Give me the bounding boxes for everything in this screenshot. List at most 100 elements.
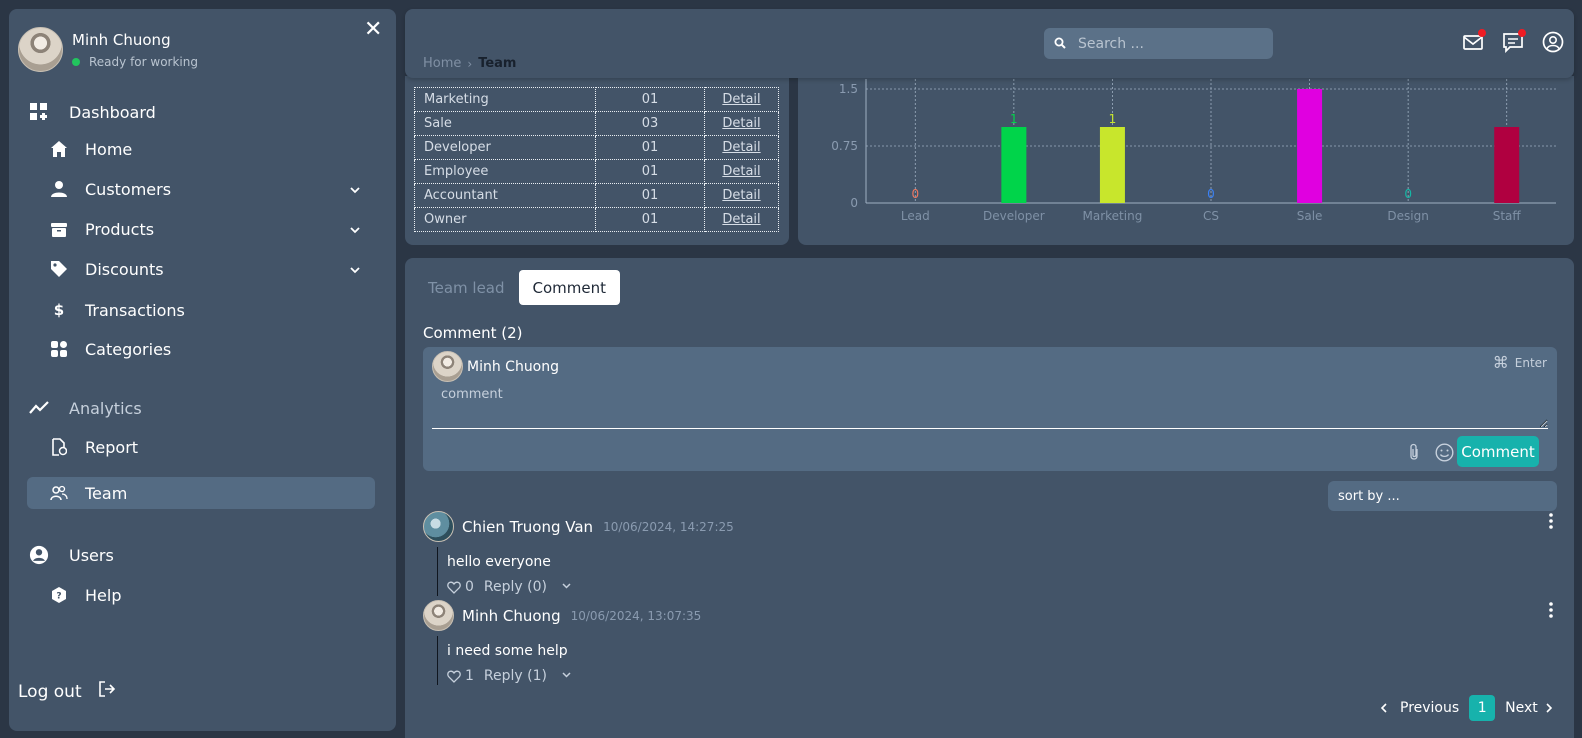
chevron-right-icon: › <box>467 56 473 71</box>
sidebar-item-label: Users <box>69 545 114 565</box>
y-tick-label: 0.75 <box>831 139 858 153</box>
categories-icon <box>49 339 69 359</box>
role-cell: Developer <box>414 135 596 160</box>
sidebar-item-dashboard[interactable]: Dashboard <box>27 96 375 128</box>
chevron-down-icon[interactable] <box>561 668 572 684</box>
sidebar-item-products[interactable]: Products <box>27 213 375 245</box>
bar-developer <box>1001 127 1027 203</box>
like-button[interactable]: 0 <box>447 579 474 595</box>
detail-link[interactable]: Detail <box>722 140 760 155</box>
team-table-card: Marketing 01 Detail Sale 03 Detail Devel… <box>405 76 789 245</box>
previous-label: Previous <box>1400 700 1460 716</box>
user-status: Ready for working <box>72 55 198 69</box>
chat-icon[interactable] <box>1502 29 1526 54</box>
sidebar-item-home[interactable]: Home <box>27 133 375 165</box>
detail-link[interactable]: Detail <box>722 212 760 227</box>
page-number-button[interactable]: 1 <box>1469 695 1496 721</box>
sidebar-item-help[interactable]: ? Help <box>27 579 375 611</box>
y-tick-label: 0 <box>850 196 858 210</box>
more-options-icon[interactable] <box>1549 602 1553 623</box>
heart-icon <box>447 581 461 594</box>
user-name: Minh Chuong <box>72 30 171 49</box>
count-cell: 01 <box>595 135 705 160</box>
chevron-down-icon[interactable] <box>561 579 572 595</box>
comment-timestamp: 10/06/2024, 14:27:25 <box>603 519 734 534</box>
next-label: Next <box>1505 700 1538 716</box>
more-options-icon[interactable] <box>1549 513 1553 534</box>
composer-author: Minh Chuong <box>432 351 559 382</box>
user-circle-icon <box>29 545 49 565</box>
role-cell: Employee <box>414 159 596 184</box>
submit-comment-button[interactable]: Comment <box>1457 436 1539 467</box>
search-input[interactable] <box>1078 35 1248 52</box>
chevron-right-icon <box>1546 703 1552 713</box>
home-icon <box>49 139 69 159</box>
table-row: Sale 03 Detail <box>414 111 779 136</box>
sidebar-item-label: Transactions <box>85 300 185 320</box>
previous-page-button[interactable]: Previous <box>1378 700 1459 716</box>
detail-link[interactable]: Detail <box>722 92 760 107</box>
sidebar-item-label: Categories <box>85 339 172 359</box>
composer-author-name: Minh Chuong <box>467 358 560 375</box>
logout-button[interactable]: Log out <box>18 681 116 702</box>
tab-team-lead[interactable]: Team lead <box>414 270 519 305</box>
data-label: 0 <box>1404 187 1412 201</box>
account-icon[interactable] <box>1542 31 1564 53</box>
role-cell: Marketing <box>414 87 596 112</box>
dollar-icon: $ <box>53 301 65 319</box>
chevron-left-icon <box>1380 703 1387 713</box>
data-label: 1 <box>1010 112 1018 126</box>
data-label: 0 <box>911 187 919 201</box>
search-box[interactable] <box>1044 28 1273 59</box>
x-tick-label: Sale <box>1297 209 1323 223</box>
pagination: Previous 1 Next <box>1378 695 1556 721</box>
sidebar-item-analytics[interactable]: Analytics <box>27 392 375 424</box>
sidebar-item-report[interactable]: Report <box>27 431 375 463</box>
detail-link[interactable]: Detail <box>722 188 760 203</box>
sidebar-item-discounts[interactable]: Discounts <box>27 253 375 285</box>
online-status-dot <box>72 57 80 66</box>
close-sidebar-icon[interactable]: ✕ <box>364 17 382 42</box>
sidebar-item-users[interactable]: Users <box>27 539 375 571</box>
sidebar-item-label: Customers <box>85 179 172 199</box>
help-icon: ? <box>49 585 69 605</box>
sidebar-item-customers[interactable]: Customers <box>27 173 375 205</box>
sidebar-item-label: Help <box>85 585 122 605</box>
tab-comment[interactable]: Comment <box>518 270 621 305</box>
paperclip-icon[interactable] <box>1408 443 1420 465</box>
count-cell: 01 <box>595 183 705 208</box>
logout-label: Log out <box>18 681 82 702</box>
breadcrumb-home[interactable]: Home <box>423 56 461 71</box>
sidebar-item-categories[interactable]: Categories <box>27 333 375 365</box>
next-page-button[interactable]: Next <box>1505 700 1556 716</box>
sidebar-item-label: Dashboard <box>69 102 156 122</box>
sidebar-item-label: Team <box>85 483 128 503</box>
reply-button[interactable]: Reply (1) <box>484 668 547 684</box>
count-cell: 01 <box>595 159 705 184</box>
avatar <box>423 600 454 631</box>
like-count: 1 <box>465 668 474 684</box>
box-icon <box>49 219 69 239</box>
comment-text: hello everyone <box>447 554 551 570</box>
table-row: Employee 01 Detail <box>414 159 779 184</box>
sidebar-item-transactions[interactable]: $ Transactions <box>27 294 375 326</box>
table-row: Accountant 01 Detail <box>414 183 779 208</box>
chevron-down-icon <box>349 261 361 280</box>
like-button[interactable]: 1 <box>447 668 474 684</box>
tabs: Team lead Comment <box>414 270 621 305</box>
sidebar-item-label: Discounts <box>85 259 164 279</box>
reply-button[interactable]: Reply (0) <box>484 579 547 595</box>
emoji-icon[interactable] <box>1435 443 1454 466</box>
sort-by-select[interactable]: sort by ... <box>1328 481 1557 511</box>
detail-link[interactable]: Detail <box>722 116 760 131</box>
x-tick-label: Developer <box>983 209 1045 223</box>
breadcrumb: Home › Team <box>423 56 516 71</box>
breadcrumb-current: Team <box>478 56 517 71</box>
comment-textarea[interactable] <box>432 383 1548 429</box>
comment-text: i need some help <box>447 643 568 659</box>
sidebar-item-team[interactable]: Team <box>27 477 375 509</box>
comment-item: Minh Chuong 10/06/2024, 13:07:35 i need … <box>423 600 1557 685</box>
detail-link[interactable]: Detail <box>722 164 760 179</box>
comment-item: Chien Truong Van 10/06/2024, 14:27:25 he… <box>423 511 1557 596</box>
mail-icon[interactable] <box>1462 29 1486 53</box>
